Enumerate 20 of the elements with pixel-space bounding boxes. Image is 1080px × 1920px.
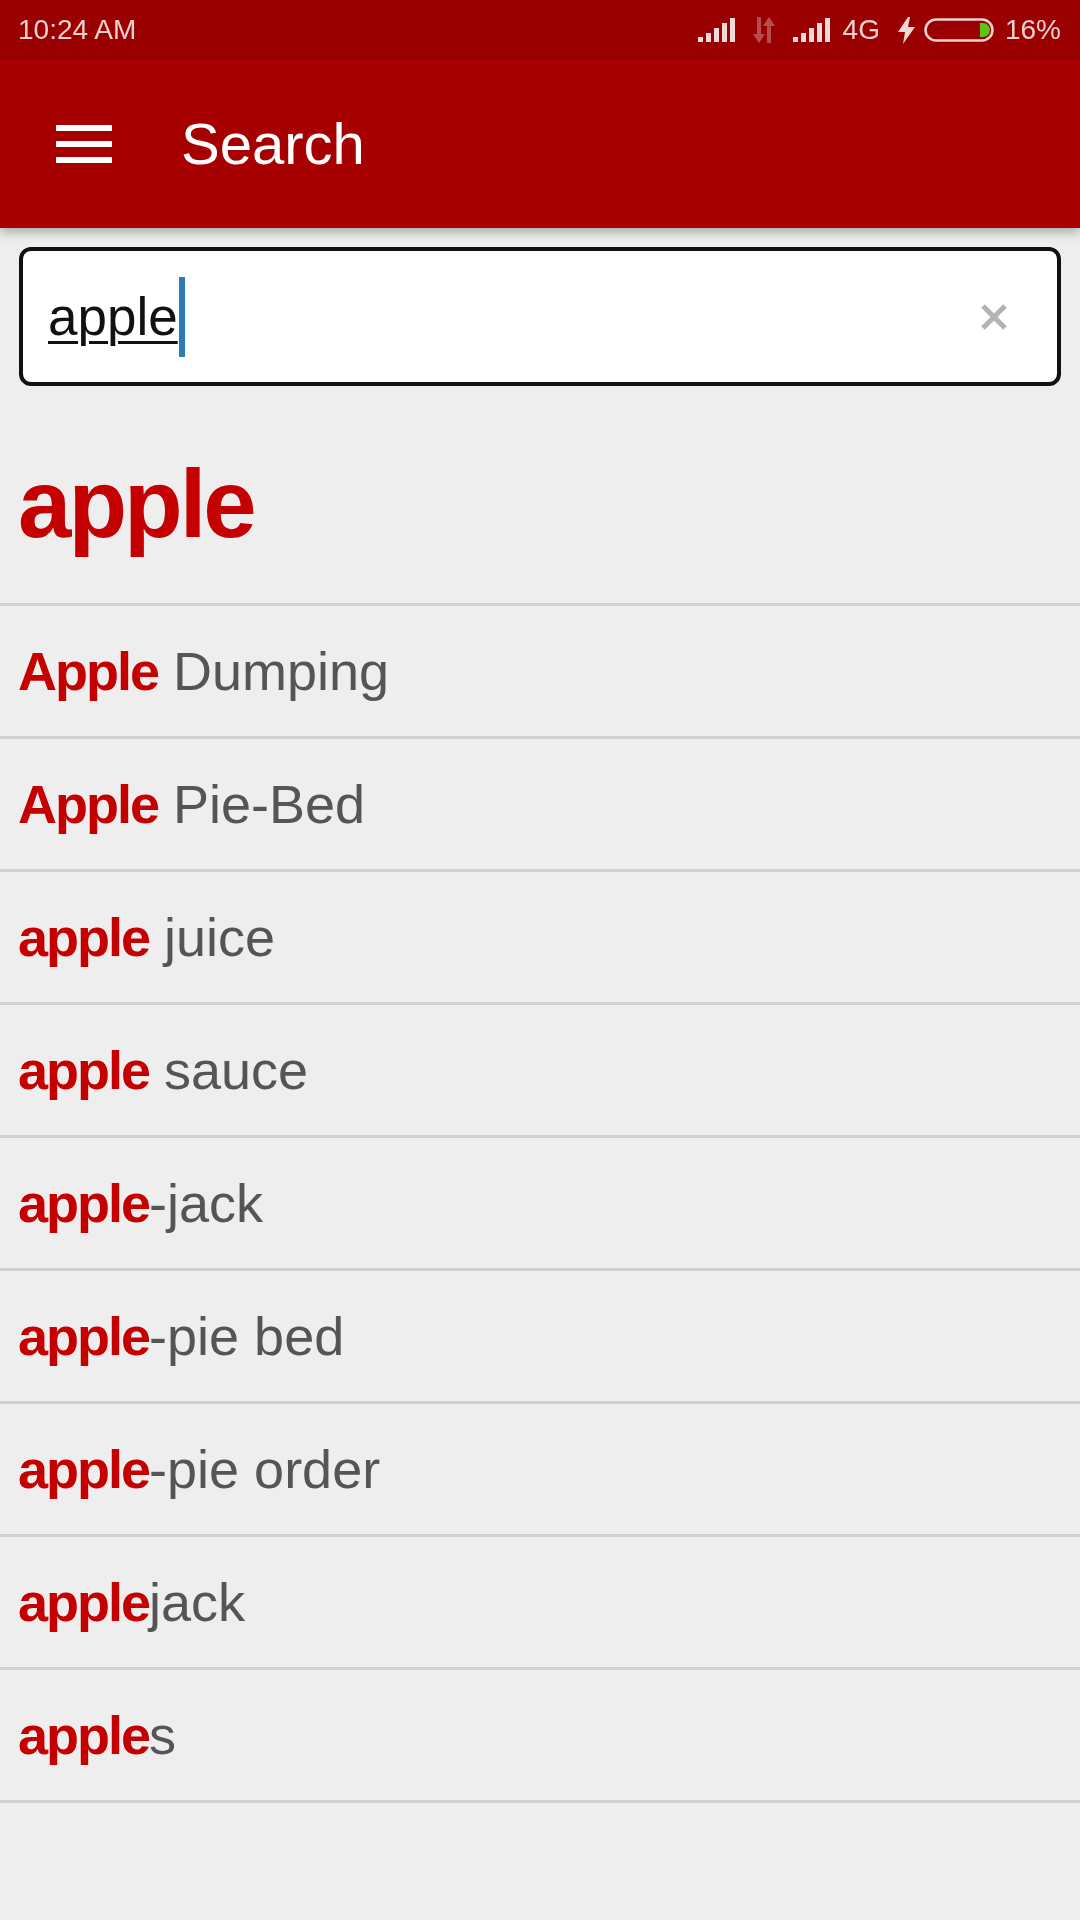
search-field[interactable]: apple: [19, 247, 1061, 386]
suggestion-item[interactable]: apple-pie bed: [0, 1271, 1080, 1405]
app-title: Search: [181, 115, 365, 173]
suggestion-item[interactable]: apple-jack: [0, 1138, 1080, 1272]
suggestion-item[interactable]: Apple Dumping: [0, 606, 1080, 740]
menu-icon[interactable]: [56, 125, 112, 163]
headword: apple: [18, 449, 255, 559]
suggestion-item[interactable]: Apple Pie-Bed: [0, 739, 1080, 873]
suggestion-item[interactable]: apple-pie order: [0, 1404, 1080, 1538]
signal-icon: [792, 18, 831, 42]
battery-percent: 16%: [1004, 16, 1061, 44]
suggestion-item[interactable]: applejack: [0, 1537, 1080, 1671]
charging-bolt-icon: [897, 16, 915, 44]
suggestion-item[interactable]: apples: [0, 1670, 1080, 1804]
suggestion-item[interactable]: apple juice: [0, 872, 1080, 1006]
signal-icon: [697, 18, 736, 42]
network-type: 4G: [842, 16, 880, 44]
battery-icon: [923, 18, 994, 42]
suggestion-item[interactable]: apple sauce: [0, 1005, 1080, 1139]
status-time: 10:24 AM: [18, 16, 137, 44]
